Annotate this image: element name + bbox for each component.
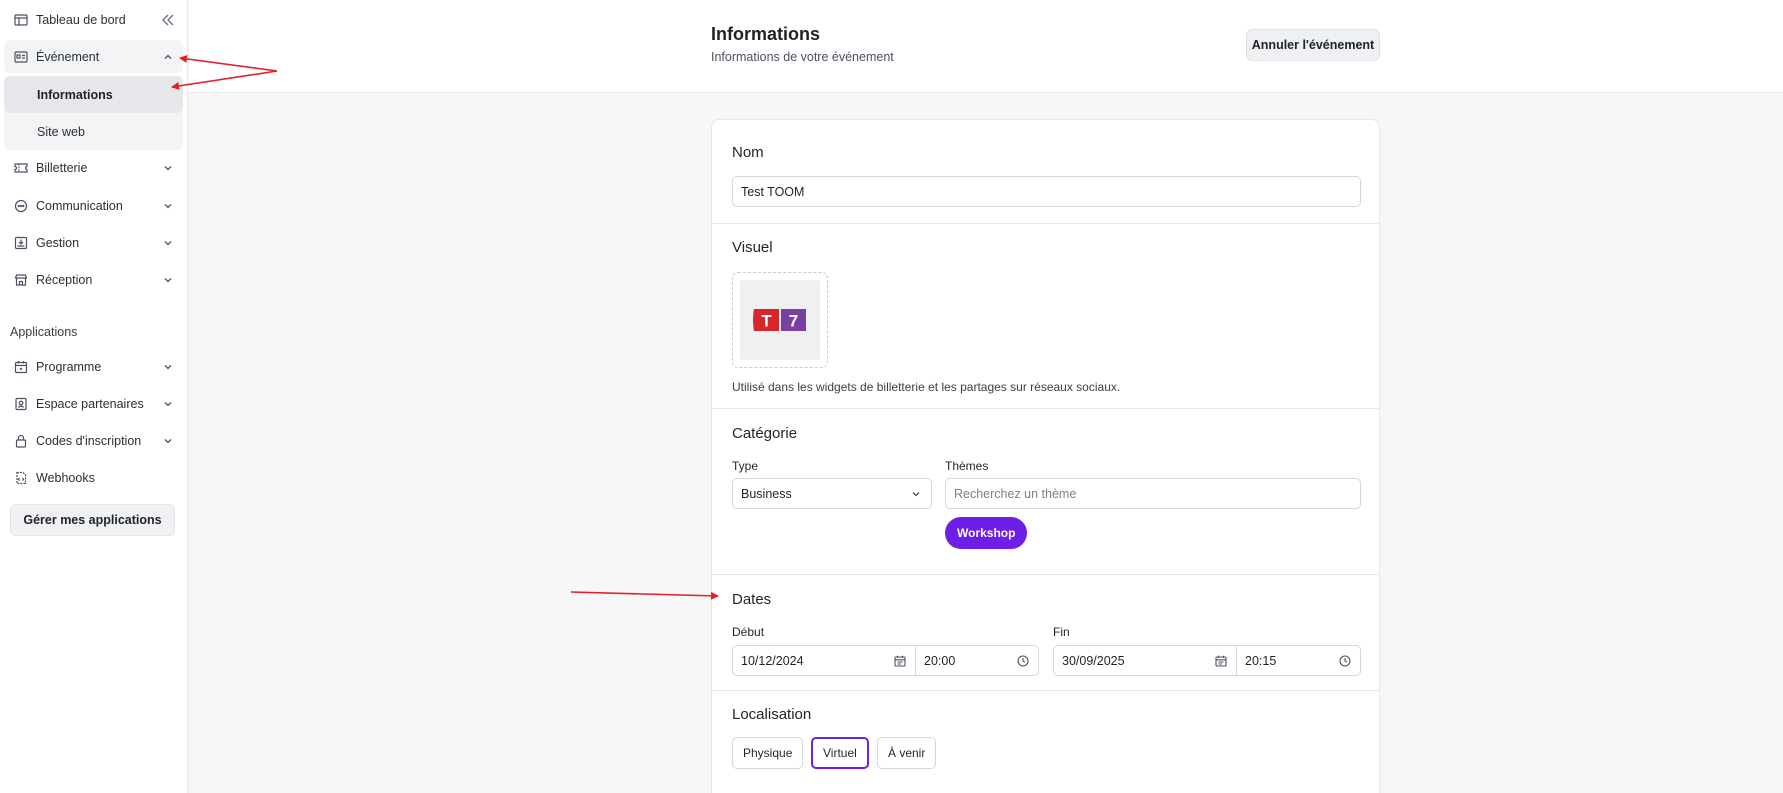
location-section-title: Localisation — [732, 706, 812, 723]
event-card-icon — [14, 50, 28, 64]
sidebar-item-tableau-de-bord[interactable]: Tableau de bord — [4, 3, 183, 36]
chevron-up-icon — [163, 52, 173, 62]
location-option-a-venir[interactable]: À venir — [877, 737, 937, 769]
sidebar-item-programme[interactable]: Programme — [4, 350, 183, 383]
theme-tag-workshop[interactable]: Workshop — [945, 517, 1028, 549]
sidebar-subitem-informations[interactable]: Informations — [4, 76, 183, 113]
svg-text:7: 7 — [789, 312, 798, 331]
sidebar-item-label: Réception — [36, 272, 93, 287]
sidebar-item-label: Espace partenaires — [36, 396, 144, 411]
chevron-down-icon — [163, 362, 173, 372]
sidebar: Tableau de bord Événement Informations S… — [0, 0, 188, 793]
end-time-input[interactable]: 20:15 — [1236, 645, 1361, 676]
themes-label: Thèmes — [945, 459, 989, 473]
sidebar-item-reception[interactable]: Réception — [4, 263, 183, 296]
evenement-submenu: Informations Site web — [4, 76, 183, 150]
sidebar-item-label: Communication — [36, 198, 123, 213]
event-name-input[interactable]: Test TOOM — [732, 176, 1361, 207]
arrow-to-dates — [570, 591, 719, 600]
type-label: Type — [732, 459, 759, 473]
start-time-input[interactable]: 20:00 — [915, 645, 1039, 676]
sidebar-item-label: Codes d'inscription — [36, 433, 142, 448]
chevron-down-icon — [163, 275, 173, 285]
end-label: Fin — [1053, 625, 1070, 639]
calendar-icon[interactable] — [1215, 655, 1227, 667]
svg-text:T: T — [761, 312, 772, 331]
event-info-card: Nom Test TOOM Visuel T 7 Utilisé dans le… — [711, 119, 1380, 793]
manage-applications-button[interactable]: Gérer mes applications — [10, 504, 175, 536]
category-section-title: Catégorie — [732, 425, 798, 442]
dates-section-title: Dates — [732, 591, 772, 608]
layout-icon — [14, 13, 28, 27]
store-icon — [14, 273, 28, 287]
sidebar-item-label: Programme — [36, 359, 102, 374]
clock-icon[interactable] — [1339, 655, 1351, 667]
sidebar-item-label: Événement — [36, 49, 100, 64]
sidebar-item-label: Tableau de bord — [36, 12, 126, 27]
ticket-icon — [14, 161, 28, 175]
visual-section-title: Visuel — [732, 239, 773, 256]
location-option-physique[interactable]: Physique — [732, 737, 804, 769]
lock-icon — [14, 434, 28, 448]
start-time-value: 20:00 — [924, 653, 956, 668]
chat-icon — [14, 199, 28, 213]
t7-logo: T 7 — [753, 309, 806, 331]
end-time-value: 20:15 — [1245, 653, 1277, 668]
inbox-download-icon — [14, 236, 28, 250]
location-option-virtuel[interactable]: Virtuel — [811, 737, 869, 769]
sidebar-item-gestion[interactable]: Gestion — [4, 226, 183, 259]
start-label: Début — [732, 625, 765, 639]
chevron-down-icon — [911, 489, 921, 499]
divider — [712, 574, 1379, 575]
chevron-down-icon — [163, 399, 173, 409]
start-date-value: 10/12/2024 — [741, 653, 804, 668]
sidebar-item-evenement[interactable]: Événement — [4, 40, 183, 73]
chevron-down-icon — [163, 436, 173, 446]
name-section: Nom Test TOOM — [712, 120, 1379, 224]
event-visual-image: T 7 — [740, 280, 820, 360]
page-title: Informations — [711, 24, 821, 44]
end-date-input[interactable]: 30/09/2025 — [1053, 645, 1237, 676]
cancel-event-button[interactable]: Annuler l'événement — [1246, 29, 1380, 61]
chevron-down-icon — [163, 238, 173, 248]
badge-icon — [14, 397, 28, 411]
start-date-input[interactable]: 10/12/2024 — [732, 645, 916, 676]
themes-search-input[interactable]: Recherchez un thème — [945, 478, 1361, 509]
visual-upload-dropzone[interactable]: T 7 — [732, 272, 828, 368]
calendar-icon — [14, 360, 28, 374]
sidebar-item-espace-partenaires[interactable]: Espace partenaires — [4, 387, 183, 420]
code-file-icon — [14, 471, 28, 485]
sidebar-item-communication[interactable]: Communication — [4, 189, 183, 222]
divider — [712, 690, 1379, 691]
applications-section-label: Applications — [10, 325, 78, 339]
page-header: Informations Informations de votre événe… — [189, 0, 1783, 93]
name-section-title: Nom — [732, 144, 764, 161]
visual-help-text: Utilisé dans les widgets de billetterie … — [732, 380, 1121, 394]
end-date-value: 30/09/2025 — [1062, 653, 1125, 668]
sidebar-item-webhooks[interactable]: Webhooks — [4, 461, 183, 494]
page-subtitle: Informations de votre événement — [711, 50, 894, 64]
sidebar-item-label: Webhooks — [36, 470, 95, 485]
chevron-down-icon — [163, 201, 173, 211]
type-select[interactable]: Business — [732, 478, 932, 509]
divider — [712, 408, 1379, 409]
sidebar-subitem-site-web[interactable]: Site web — [4, 113, 183, 150]
type-select-value: Business — [741, 486, 792, 501]
sidebar-item-label: Gestion — [36, 235, 80, 250]
sidebar-item-billetterie[interactable]: Billetterie — [4, 151, 183, 184]
calendar-icon[interactable] — [894, 655, 906, 667]
clock-icon[interactable] — [1017, 655, 1029, 667]
sidebar-item-codes-inscription[interactable]: Codes d'inscription — [4, 424, 183, 457]
sidebar-item-label: Billetterie — [36, 160, 88, 175]
chevron-down-icon — [163, 163, 173, 173]
